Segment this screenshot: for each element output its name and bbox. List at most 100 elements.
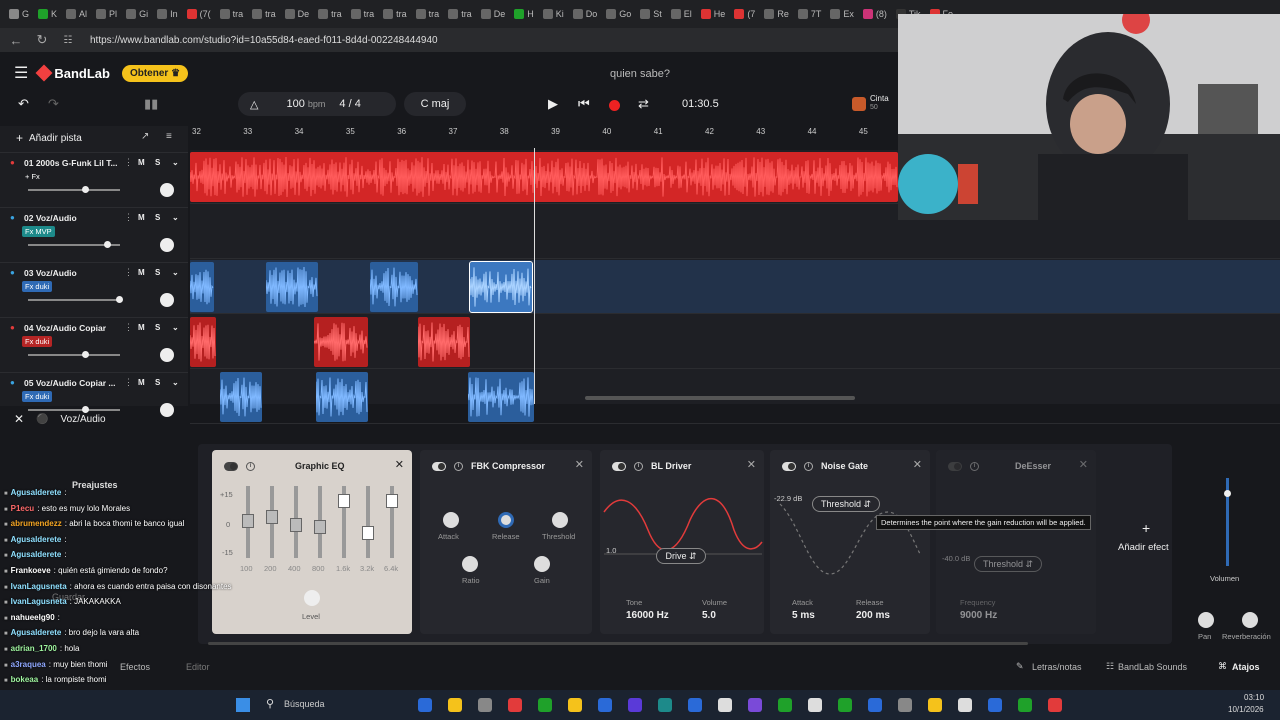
track-volume-fader[interactable] [28, 299, 120, 301]
eq-band-handle[interactable] [338, 494, 350, 508]
browser-tab[interactable]: K [35, 3, 60, 25]
browser-tab[interactable]: Al [63, 3, 90, 25]
browser-tab[interactable]: tra [380, 3, 410, 25]
gate-attack-value[interactable]: 5 ms [792, 610, 815, 621]
presets-label[interactable]: Preajustes [72, 480, 118, 490]
track-name[interactable]: 01 2000s G-Funk Lil T... [24, 158, 118, 168]
clock-time[interactable]: 03:10 [1244, 693, 1264, 702]
audio-clip[interactable] [370, 262, 418, 312]
chevron-down-icon[interactable]: ⌄ [172, 268, 179, 277]
attack-knob[interactable] [443, 512, 459, 528]
browser-tab[interactable]: He [698, 3, 729, 25]
chevron-down-icon[interactable]: ⌄ [172, 213, 179, 222]
audio-clip[interactable] [314, 317, 368, 367]
info-icon[interactable]: i [454, 461, 463, 471]
taskbar-app-icon[interactable] [598, 698, 612, 712]
chevron-down-icon[interactable]: ⌄ [172, 323, 179, 332]
horizontal-scrollbar[interactable] [585, 396, 855, 400]
close-icon[interactable]: ✕ [747, 458, 756, 471]
browser-tab[interactable]: tra [249, 3, 279, 25]
eq-band-track[interactable] [366, 486, 370, 558]
taskbar-app-icon[interactable] [928, 698, 942, 712]
drive-dropdown[interactable]: Drive ⇵ [656, 548, 706, 564]
mute-button[interactable]: M [138, 213, 145, 222]
track-lane[interactable] [190, 260, 1280, 314]
solo-button[interactable]: S [155, 378, 160, 387]
browser-tab[interactable]: 7T [795, 3, 825, 25]
taskbar-app-icon[interactable] [748, 698, 762, 712]
taskbar-app-icon[interactable] [448, 698, 462, 712]
eq-band-handle[interactable] [314, 520, 326, 534]
track-header[interactable]: ● 04 Voz/Audio Copiar Fx duki M S ⌄ ⋮ [0, 317, 188, 371]
automation-icon[interactable]: ↗ [141, 131, 149, 142]
taskbar-app-icon[interactable] [478, 698, 492, 712]
browser-tab[interactable]: tra [315, 3, 345, 25]
mute-button[interactable]: M [138, 378, 145, 387]
eq-band-handle[interactable] [362, 526, 374, 540]
redo-icon[interactable]: ↷ [48, 96, 59, 112]
fader-handle[interactable] [116, 296, 123, 303]
site-info-icon[interactable]: ☷ [60, 35, 76, 46]
release-knob[interactable] [498, 512, 514, 528]
browser-tab[interactable]: Ki [540, 3, 567, 25]
taskbar-app-icon[interactable] [958, 698, 972, 712]
audio-clip[interactable] [266, 262, 318, 312]
browser-tab[interactable]: De [478, 3, 509, 25]
audio-clip[interactable] [418, 317, 470, 367]
close-icon[interactable]: ✕ [913, 458, 922, 471]
browser-tab[interactable]: In [154, 3, 181, 25]
browser-tab[interactable]: tra [348, 3, 378, 25]
audio-clip[interactable] [190, 152, 898, 202]
browser-tab[interactable]: G [6, 3, 32, 25]
taskbar-app-icon[interactable] [1018, 698, 1032, 712]
time-signature[interactable]: 4 / 4 [339, 98, 360, 110]
add-track-button[interactable]: + Añadir pista [0, 126, 188, 150]
browser-tab[interactable]: Re [761, 3, 792, 25]
lyrics-button[interactable]: Letras/notas [1032, 662, 1082, 672]
taskbar-app-icon[interactable] [658, 698, 672, 712]
mute-button[interactable]: M [138, 158, 145, 167]
track-pan-knob[interactable] [160, 348, 174, 362]
eq-toggle[interactable] [224, 461, 238, 471]
browser-tab[interactable]: Do [570, 3, 601, 25]
frequency-value[interactable]: 9000 Hz [960, 610, 997, 621]
browser-tab[interactable]: (7( [184, 3, 214, 25]
track-header[interactable]: ● 03 Voz/Audio Fx duki M S ⌄ ⋮ [0, 262, 188, 316]
metronome-icon[interactable]: △ [250, 98, 258, 111]
bandlab-sounds-button[interactable]: BandLab Sounds [1118, 662, 1187, 672]
shortcuts-button[interactable]: Atajos [1232, 662, 1260, 672]
track-name[interactable]: 04 Voz/Audio Copiar [24, 323, 106, 333]
track-options-icon[interactable]: ⋮ [124, 267, 133, 278]
volume-slider-handle[interactable] [1224, 490, 1231, 497]
audio-clip[interactable] [190, 262, 214, 312]
bandlab-logo[interactable]: BandLab [35, 64, 110, 82]
track-lane[interactable] [190, 315, 1280, 369]
taskbar-app-icon[interactable] [1048, 698, 1062, 712]
pan-knob[interactable] [1198, 612, 1214, 628]
mute-button[interactable]: M [138, 323, 145, 332]
track-volume-fader[interactable] [28, 354, 120, 356]
taskbar-app-icon[interactable] [988, 698, 1002, 712]
track-fx-badge[interactable]: Fx duki [22, 336, 53, 347]
playhead[interactable] [534, 148, 535, 404]
driver-toggle[interactable] [612, 461, 626, 471]
gate-release-value[interactable]: 200 ms [856, 610, 890, 621]
solo-button[interactable]: S [155, 213, 160, 222]
ratio-knob[interactable] [462, 556, 478, 572]
browser-tab[interactable]: Pl [93, 3, 120, 25]
browser-tab[interactable]: tra [445, 3, 475, 25]
browser-tab[interactable]: tra [413, 3, 443, 25]
track-pan-knob[interactable] [160, 183, 174, 197]
mixer-icon[interactable]: ▮▮ [144, 96, 158, 112]
loop-icon[interactable]: ⇄ [638, 96, 649, 112]
track-options-icon[interactable]: ⋮ [124, 377, 133, 388]
track-pan-knob[interactable] [160, 238, 174, 252]
reverb-knob[interactable] [1242, 612, 1258, 628]
track-fx-badge[interactable]: + Fx [22, 171, 43, 182]
solo-button[interactable]: S [155, 323, 160, 332]
tone-value[interactable]: 16000 Hz [626, 610, 669, 621]
track-settings-icon[interactable]: ≡ [166, 131, 172, 142]
taskbar-search[interactable]: Búsqueda [284, 699, 325, 709]
info-icon[interactable]: i [970, 461, 979, 471]
chevron-down-icon[interactable]: ⌄ [172, 378, 179, 387]
